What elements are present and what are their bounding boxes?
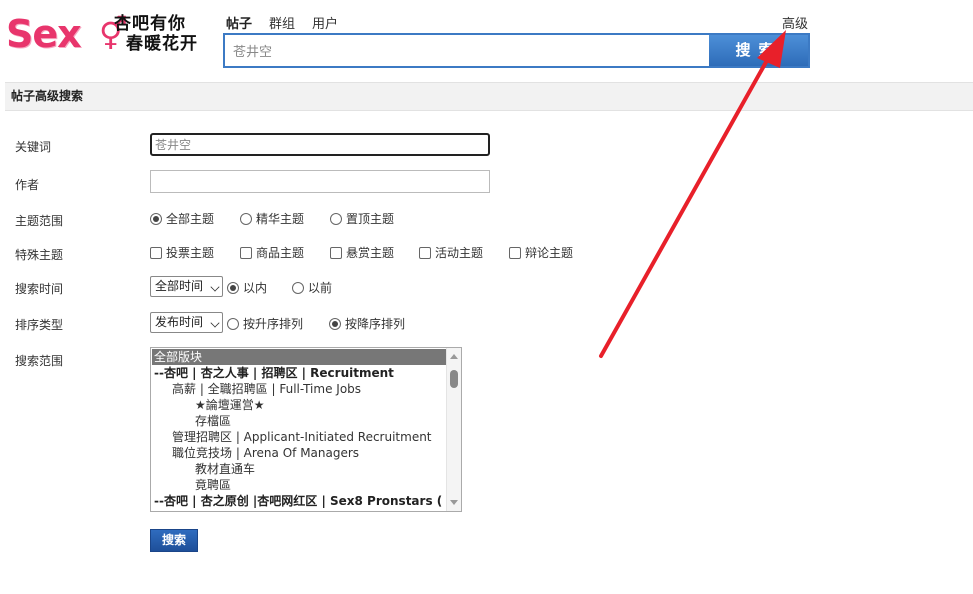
scope-option-all[interactable]: 全部主题 [150,210,214,227]
search-type-tabs: 帖子 群组 用户 [226,13,338,32]
search-time-row: 搜索时间 全部时间 以内 以前 [15,276,915,298]
forum-option[interactable]: 職位竞技场 | Arena Of Managers [152,445,446,461]
radio-icon [292,281,304,294]
tab-groups[interactable]: 群组 [269,13,295,32]
option-label: 置顶主题 [346,212,395,226]
checkbox-icon [509,246,521,259]
radio-icon [150,212,162,225]
advanced-search-link[interactable]: 高级 [782,13,808,32]
radio-icon [329,317,341,330]
sort-type-label: 排序类型 [15,318,64,332]
scroll-thumb[interactable] [450,370,458,388]
option-label: 悬赏主题 [346,246,395,260]
chevron-down-icon [210,318,220,328]
forum-option[interactable]: ★論壇運営★ [152,397,446,413]
special-option-poll[interactable]: 投票主题 [150,244,214,261]
scroll-up-icon[interactable] [450,354,458,359]
option-label: 按降序排列 [345,317,406,331]
author-input[interactable] [150,170,490,193]
topic-scope-row: 主题范围 全部主题 精华主题 置顶主题 [15,208,915,230]
checkbox-icon [240,246,252,259]
checkbox-icon [330,246,342,259]
forum-listbox[interactable]: 全部版块 --杏吧 | 杏之人事 | 招聘区 | Recruitment 高薪 | … [150,347,462,512]
option-label: 辩论主题 [525,246,574,260]
forum-option[interactable]: 高薪 | 全職招聘區 | Full-Time Jobs [152,381,446,397]
scroll-down-icon[interactable] [450,500,458,505]
special-topic-row: 特殊主题 投票主题 商品主题 悬赏主题 活动主题 辩论主题 [15,242,915,264]
forum-list: 全部版块 --杏吧 | 杏之人事 | 招聘区 | Recruitment 高薪 | … [152,349,446,509]
time-range-select[interactable]: 全部时间 [150,276,223,297]
tab-users[interactable]: 用户 [312,13,338,32]
select-value: 全部时间 [155,279,204,293]
option-label: 以内 [243,281,268,295]
sort-field-select[interactable]: 发布时间 [150,312,223,333]
scrollbar[interactable] [446,348,461,511]
option-label: 以前 [308,281,333,295]
author-label: 作者 [15,178,40,192]
slogan-line-1: 杏吧有你 [114,14,186,34]
logo-slogan: 杏吧有你 春暖花开 [114,14,198,54]
forum-option[interactable]: --杏吧 | 杏之原创 |杏吧网红区 | Sex8 Pronstars ( [152,493,446,509]
keyword-input[interactable] [150,133,490,156]
forum-option[interactable]: 全部版块 [152,349,446,365]
option-label: 全部主题 [166,212,215,226]
radio-icon [227,281,239,294]
search-range-label: 搜索范围 [15,354,64,368]
forum-option[interactable]: 存檔區 [152,413,446,429]
scope-option-digest[interactable]: 精华主题 [240,210,304,227]
topic-scope-label: 主题范围 [15,214,64,228]
tab-posts[interactable]: 帖子 [226,13,252,32]
time-option-before[interactable]: 以前 [292,279,332,296]
option-label: 精华主题 [256,212,305,226]
forum-option[interactable]: 竟聘區 [152,477,446,493]
scope-option-sticky[interactable]: 置顶主题 [330,210,394,227]
sort-option-descending[interactable]: 按降序排列 [329,315,405,332]
radio-icon [227,317,239,330]
forum-option[interactable]: --杏吧 | 杏之人事 | 招聘区 | Recruitment [152,365,446,381]
select-value: 发布时间 [155,315,204,329]
sort-type-row: 排序类型 发布时间 按升序排列 按降序排列 [15,312,915,334]
author-row: 作者 [15,170,915,193]
option-label: 活动主题 [435,246,484,260]
chevron-down-icon [210,282,220,292]
option-label: 商品主题 [256,246,305,260]
forum-option[interactable]: 管理招聘区 | Applicant-Initiated Recruitment [152,429,446,445]
site-logo[interactable]: Sex ⚥ 杏吧有你 春暖花开 [6,12,202,56]
special-option-debate[interactable]: 辩论主题 [509,244,573,261]
checkbox-icon [150,246,162,259]
special-topic-label: 特殊主题 [15,248,64,262]
slogan-line-2: 春暖花开 [126,34,198,54]
search-bar: 搜索 [223,33,810,68]
special-option-reward[interactable]: 悬赏主题 [330,244,394,261]
radio-icon [240,212,252,225]
search-time-label: 搜索时间 [15,282,64,296]
time-option-within[interactable]: 以内 [227,279,267,296]
keyword-row: 关键词 [15,133,915,156]
option-label: 投票主题 [166,246,215,260]
option-label: 按升序排列 [243,317,304,331]
search-input[interactable] [225,35,708,66]
section-title: 帖子高级搜索 [5,82,973,111]
forum-option[interactable]: 教材直通车 [152,461,446,477]
special-option-goods[interactable]: 商品主题 [240,244,304,261]
checkbox-icon [419,246,431,259]
search-button[interactable]: 搜索 [709,35,808,66]
sort-option-ascending[interactable]: 按升序排列 [227,315,303,332]
logo-wordmark: Sex [6,12,82,56]
radio-icon [330,212,342,225]
keyword-label: 关键词 [15,140,52,154]
special-option-activity[interactable]: 活动主题 [419,244,483,261]
submit-search-button[interactable]: 搜索 [150,529,198,552]
